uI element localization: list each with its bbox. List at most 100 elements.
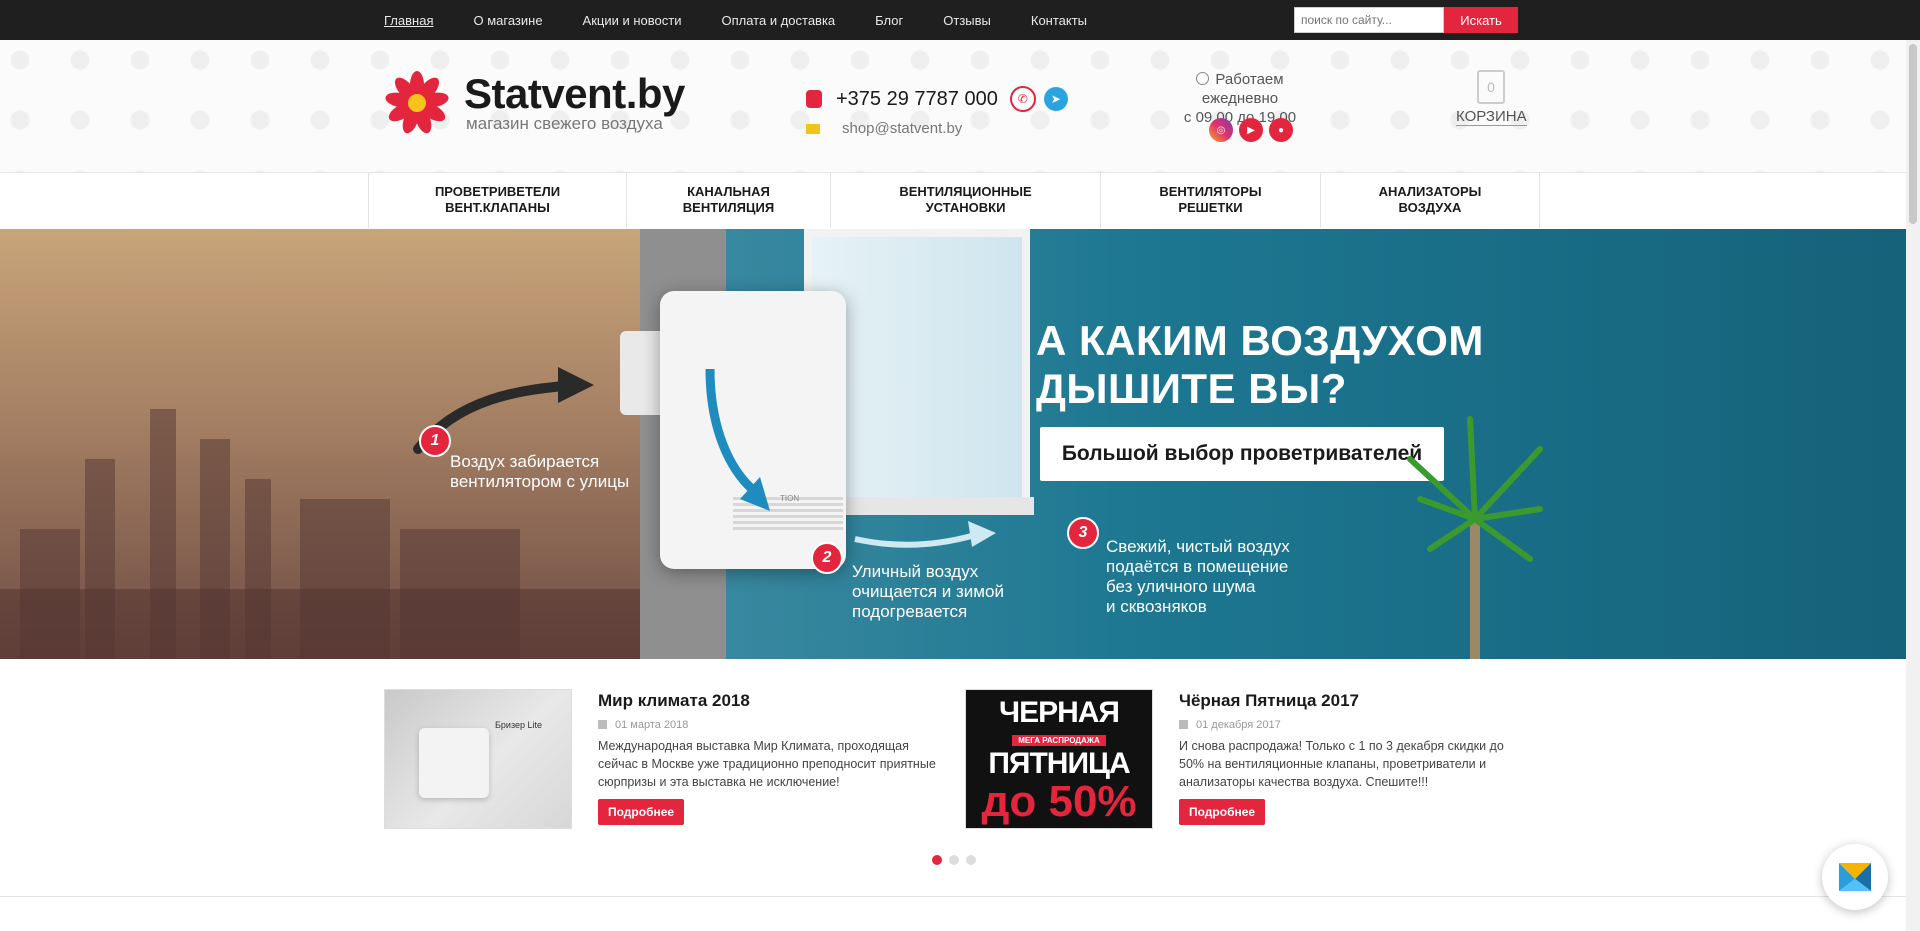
carousel-dot-2[interactable]	[949, 855, 959, 865]
step-line: подогревается	[852, 602, 968, 621]
news-date-row: 01 декабря 2017	[1179, 719, 1529, 731]
instagram-icon[interactable]: ◎	[1209, 118, 1233, 142]
cart-count: 0	[1487, 79, 1495, 95]
top-nav: Главная О магазине Акции и новости Оплат…	[384, 0, 1127, 40]
calendar-icon	[1179, 720, 1188, 729]
search-input[interactable]	[1294, 7, 1444, 33]
category-line: РЕШЕТКИ	[1178, 200, 1243, 215]
read-more-button[interactable]: Подробнее	[598, 799, 685, 825]
step-3-text: Свежий, чистый воздух подаётся в помещен…	[1106, 537, 1290, 617]
section-divider	[0, 896, 1906, 897]
promo-text: МЕГА РАСПРОДАЖА	[1012, 735, 1106, 746]
step-line: Свежий, чистый воздух	[1106, 537, 1290, 556]
news-date-row: 01 марта 2018	[598, 719, 948, 731]
category-ventilation-units[interactable]: ВЕНТИЛЯЦИОННЫЕ УСТАНОВКИ	[831, 172, 1101, 228]
step-1-badge: 1	[419, 425, 451, 457]
news-item: Бризер Lite Мир климата 2018 01 марта 20…	[384, 689, 948, 829]
step-2-badge: 2	[811, 542, 843, 574]
location-pin-icon[interactable]: ●	[1269, 118, 1293, 142]
category-nav: ПРОВЕТРИВЕТЕЛИ ВЕНТ.КЛАПАНЫ КАНАЛЬНАЯ ВЕНТ…	[368, 172, 1540, 228]
category-fans-grilles[interactable]: ВЕНТИЛЯТОРЫ РЕШЕТКИ	[1101, 172, 1321, 228]
category-line: АНАЛИЗАТОРЫ	[1378, 184, 1482, 199]
step-2-text: Уличный воздух очищается и зимой подогре…	[852, 562, 1004, 622]
chat-logo-icon	[1839, 863, 1871, 891]
category-ventilators[interactable]: ПРОВЕТРИВЕТЕЛИ ВЕНТ.КЛАПАНЫ	[369, 172, 627, 228]
logo-name[interactable]: Statvent.by	[464, 70, 685, 118]
search-button[interactable]: Искать	[1444, 7, 1518, 33]
category-line: КАНАЛЬНАЯ	[687, 184, 770, 199]
mts-icon	[806, 90, 822, 108]
telegram-icon[interactable]: ➤	[1043, 87, 1068, 111]
promo-text: ПЯТНИЦА	[988, 747, 1130, 780]
viber-icon[interactable]: ✆	[1009, 86, 1036, 112]
read-more-button[interactable]: Подробнее	[1179, 799, 1266, 825]
hero-banner[interactable]: TION 1 Воздух забирается вентилятором с …	[0, 229, 1906, 659]
category-line: УСТАНОВКИ	[925, 200, 1006, 215]
category-line: ВЕНТИЛЯЦИОННЫЕ	[899, 184, 1032, 199]
topnav-contacts[interactable]: Контакты	[1031, 13, 1087, 28]
step-line: и сквозняков	[1106, 597, 1207, 616]
topnav-payment[interactable]: Оплата и доставка	[721, 13, 835, 28]
news-title[interactable]: Чёрная Пятница 2017	[1179, 691, 1529, 711]
step-line: вентилятором с улицы	[450, 472, 630, 491]
news-text: Международная выставка Мир Климата, прох…	[598, 739, 936, 789]
news-text: И снова распродажа! Только с 1 по 3 дека…	[1179, 739, 1504, 789]
topnav-home[interactable]: Главная	[384, 13, 433, 28]
news-image[interactable]: Бризер Lite	[384, 689, 572, 829]
carousel-dot-3[interactable]	[966, 855, 976, 865]
search-form: Искать	[1294, 7, 1518, 33]
news-item: ЧЕРНАЯ МЕГА РАСПРОДАЖА ПЯТНИЦА до 50% Чё…	[965, 689, 1529, 829]
topnav-news[interactable]: Акции и новости	[583, 13, 682, 28]
news-date: 01 декабря 2017	[1196, 719, 1281, 731]
topnav-about[interactable]: О магазине	[473, 13, 542, 28]
clock-icon	[1196, 72, 1210, 85]
social-links: ◎ ▶ ●	[1209, 118, 1299, 142]
envelope-icon	[806, 123, 820, 134]
email-link[interactable]: shop@statvent.by	[842, 120, 962, 137]
step-line: подаётся в помещение	[1106, 557, 1289, 576]
step-1-text: Воздух забирается вентилятором с улицы	[450, 452, 629, 492]
filter-arrow-icon	[705, 368, 770, 511]
carousel-dots	[932, 855, 983, 865]
carousel-dot-1[interactable]	[932, 855, 942, 865]
category-line: ВОЗДУХА	[1398, 200, 1462, 215]
news-body: Чёрная Пятница 2017 01 декабря 2017 И сн…	[1179, 689, 1529, 829]
category-air-analyzers[interactable]: АНАЛИЗАТОРЫ ВОЗДУХА	[1321, 172, 1540, 228]
breather-lite-image	[419, 728, 489, 798]
device-label: TION	[780, 494, 800, 503]
image-caption: Бризер Lite	[495, 720, 542, 730]
banner-cta-button[interactable]: Большой выбор проветривателей	[1040, 427, 1444, 481]
category-duct-ventilation[interactable]: КАНАЛЬНАЯ ВЕНТИЛЯЦИЯ	[627, 172, 831, 228]
category-line: ВЕНТ.КЛАПАНЫ	[445, 200, 550, 215]
shopping-bag-icon: 0	[1477, 70, 1505, 104]
youtube-icon[interactable]: ▶	[1239, 118, 1263, 142]
output-arrow-icon	[854, 521, 996, 548]
step-line: очищается и зимой	[852, 582, 1004, 601]
phone-number[interactable]: +375 29 7787 000	[836, 88, 998, 111]
flower-logo-icon[interactable]	[384, 70, 450, 136]
category-line: ВЕНТИЛЯЦИЯ	[682, 200, 775, 215]
chat-widget-button[interactable]	[1822, 844, 1888, 910]
news-image[interactable]: ЧЕРНАЯ МЕГА РАСПРОДАЖА ПЯТНИЦА до 50%	[965, 689, 1153, 829]
news-title[interactable]: Мир климата 2018	[598, 691, 948, 711]
category-line: ПРОВЕТРИВЕТЕЛИ	[434, 184, 561, 199]
topnav-blog[interactable]: Блог	[875, 13, 903, 28]
banner-title-line1: А КАКИМ ВОЗДУХОМ	[1036, 317, 1484, 364]
email-row: shop@statvent.by	[806, 120, 962, 137]
scrollbar-thumb[interactable]	[1909, 44, 1917, 224]
news-date: 01 марта 2018	[615, 719, 689, 731]
promo-text: до 50%	[981, 777, 1137, 826]
cart[interactable]: 0 КОРЗИНА	[1456, 70, 1527, 126]
category-line: ВЕНТИЛЯТОРЫ	[1159, 184, 1262, 199]
step-line: Уличный воздух	[852, 562, 979, 581]
promo-text: ЧЕРНАЯ	[999, 696, 1120, 729]
topnav-reviews[interactable]: Отзывы	[943, 13, 991, 28]
step-3-badge: 3	[1067, 517, 1099, 549]
cart-label[interactable]: КОРЗИНА	[1456, 108, 1527, 126]
logo-tagline: магазин свежего воздуха	[466, 114, 663, 133]
hours-line1: Работаем ежедневно	[1201, 71, 1284, 107]
step-line: Воздух забирается	[450, 452, 600, 471]
top-bar: Главная О магазине Акции и новости Оплат…	[0, 0, 1920, 40]
phone-row: +375 29 7787 000 ✆ ➤	[806, 86, 1076, 112]
news-body: Мир климата 2018 01 марта 2018 Междунаро…	[598, 689, 948, 829]
